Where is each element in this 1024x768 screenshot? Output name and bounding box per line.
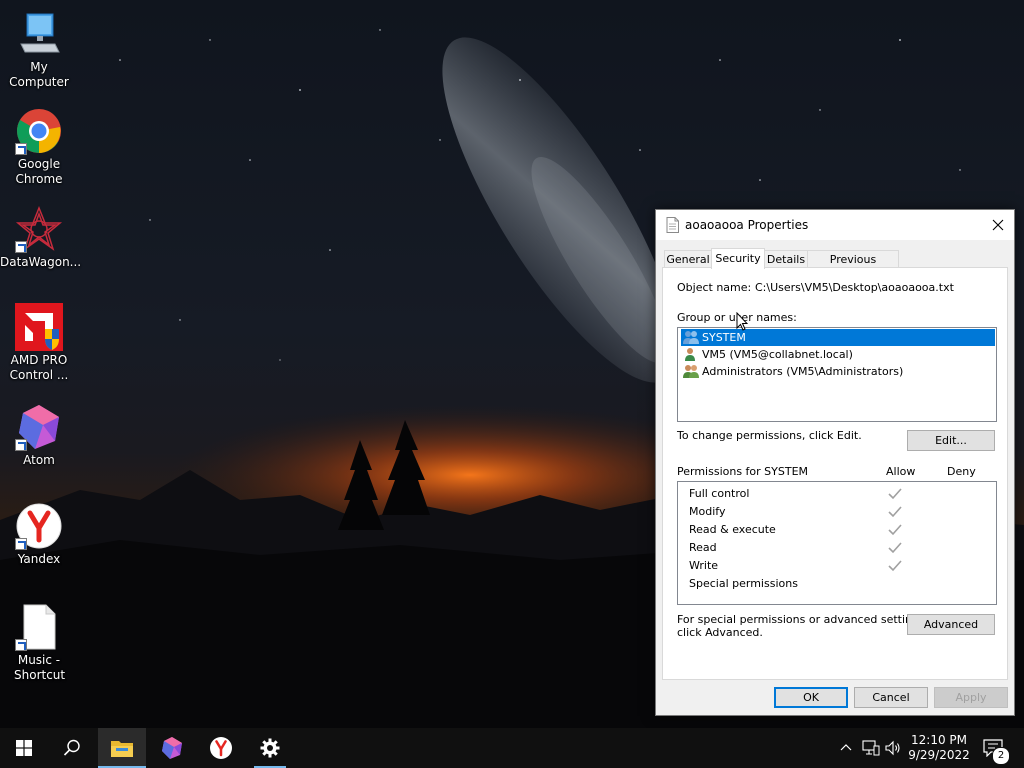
taskbar-atom[interactable] bbox=[148, 728, 196, 768]
close-icon bbox=[992, 219, 1004, 231]
list-item-vm5[interactable]: VM5 (VM5@collabnet.local) bbox=[681, 346, 995, 363]
folder-icon bbox=[111, 741, 133, 757]
permission-row-write: Write bbox=[689, 557, 996, 575]
user-name: Administrators (VM5\Administrators) bbox=[702, 365, 904, 378]
action-center-button[interactable]: 2 bbox=[980, 737, 1010, 765]
desktop-icon-label: Google Chrome bbox=[15, 157, 63, 186]
permission-name: Read bbox=[689, 541, 717, 554]
object-name-label: Object name: bbox=[677, 281, 752, 294]
mouse-cursor-icon bbox=[736, 312, 748, 331]
checkmark-icon bbox=[888, 560, 902, 572]
permission-name: Modify bbox=[689, 505, 726, 518]
volume-icon[interactable] bbox=[885, 740, 901, 756]
yandex-icon bbox=[210, 737, 232, 759]
desktop-icon-yandex[interactable]: Yandex bbox=[0, 502, 78, 567]
permission-row-full-control: Full control bbox=[689, 485, 996, 503]
desktop-icon-label: Yandex bbox=[17, 552, 61, 566]
desktop-icon-label: Atom bbox=[23, 453, 55, 467]
checkmark-icon bbox=[888, 506, 902, 518]
permissions-for-label: Permissions for SYSTEM bbox=[677, 465, 809, 478]
desktop-icon-label: DataWagon... bbox=[0, 255, 82, 269]
clock-time: 12:10 PM bbox=[911, 733, 967, 747]
taskbar-settings[interactable] bbox=[246, 728, 294, 768]
desktop-icon-amd-pro-control[interactable]: AMD PRO Control ... bbox=[0, 303, 78, 383]
ok-button[interactable]: OK bbox=[774, 687, 848, 708]
taskbar: 12:10 PM 9/29/2022 2 bbox=[0, 728, 1024, 768]
shortcut-arrow-icon bbox=[15, 538, 27, 550]
allow-column-header: Allow bbox=[886, 465, 916, 478]
chevron-up-icon[interactable] bbox=[840, 743, 852, 751]
deny-column-header: Deny bbox=[947, 465, 976, 478]
system-clock[interactable]: 12:10 PM 9/29/2022 bbox=[904, 728, 974, 768]
notification-count-badge: 2 bbox=[992, 747, 1010, 765]
search-icon bbox=[63, 739, 80, 756]
tab-security[interactable]: Security bbox=[711, 248, 765, 269]
apply-button[interactable]: Apply bbox=[934, 687, 1008, 708]
permission-name: Full control bbox=[689, 487, 750, 500]
search-button[interactable] bbox=[48, 728, 96, 768]
tab-details[interactable]: Details bbox=[764, 250, 808, 268]
advanced-hint-line1: For special permissions or advanced sett… bbox=[677, 613, 929, 626]
yandex-icon bbox=[15, 502, 63, 550]
advanced-button[interactable]: Advanced bbox=[907, 614, 995, 635]
permission-row-modify: Modify bbox=[689, 503, 996, 521]
user-name: SYSTEM bbox=[702, 331, 746, 344]
permissions-list: Full control Modify Read & execute Read … bbox=[677, 481, 997, 605]
dialog-titlebar[interactable]: aoaoaooa Properties bbox=[656, 210, 1014, 240]
permission-name: Read & execute bbox=[689, 523, 776, 536]
permission-row-read: Read bbox=[689, 539, 996, 557]
tab-previous-versions[interactable]: Previous Versions bbox=[807, 250, 899, 284]
dialog-title: aoaoaooa Properties bbox=[685, 218, 809, 232]
desktop-icon-my-computer[interactable]: My Computer bbox=[0, 10, 78, 90]
text-file-icon bbox=[666, 217, 679, 236]
permission-name: Special permissions bbox=[689, 577, 798, 590]
chrome-icon bbox=[15, 107, 63, 155]
amd-icon bbox=[15, 303, 63, 351]
checkmark-icon bbox=[888, 488, 902, 500]
user-list[interactable]: SYSTEM VM5 (VM5@collabnet.local) Adminis… bbox=[677, 327, 997, 422]
desktop-icon-label: My Computer bbox=[9, 60, 69, 89]
network-icon[interactable] bbox=[862, 740, 880, 756]
properties-dialog: aoaoaooa Properties General Security Det… bbox=[655, 209, 1015, 716]
shortcut-arrow-icon bbox=[15, 143, 27, 155]
advanced-hint-line2: click Advanced. bbox=[677, 626, 763, 639]
clock-date: 9/29/2022 bbox=[908, 748, 970, 762]
shortcut-arrow-icon bbox=[15, 241, 27, 253]
desktop-icon-datawagon[interactable]: DataWagon... bbox=[0, 205, 82, 270]
computer-icon bbox=[15, 10, 63, 58]
permission-row-read-execute: Read & execute bbox=[689, 521, 996, 539]
close-button[interactable] bbox=[982, 210, 1014, 240]
change-permissions-text: To change permissions, click Edit. bbox=[677, 429, 862, 442]
desktop-icon-label: AMD PRO Control ... bbox=[9, 353, 69, 382]
permission-name: Write bbox=[689, 559, 719, 572]
desktop-icon-music-shortcut[interactable]: Music - Shortcut bbox=[0, 603, 78, 683]
windows-logo-icon bbox=[16, 740, 32, 756]
user-name: VM5 (VM5@collabnet.local) bbox=[702, 348, 853, 361]
tab-general[interactable]: General bbox=[664, 250, 712, 268]
checkmark-icon bbox=[888, 542, 902, 554]
file-icon bbox=[15, 603, 63, 651]
gear-icon bbox=[260, 738, 280, 758]
shortcut-arrow-icon bbox=[15, 639, 27, 651]
checkmark-icon bbox=[888, 524, 902, 536]
user-group-icon bbox=[683, 364, 699, 384]
start-button[interactable] bbox=[0, 728, 48, 768]
permission-row-special-permissions: Special permissions bbox=[689, 575, 996, 593]
list-item-system[interactable]: SYSTEM bbox=[681, 329, 995, 346]
shortcut-arrow-icon bbox=[15, 439, 27, 451]
edit-button[interactable]: Edit... bbox=[907, 430, 995, 451]
security-panel: Object name: C:\Users\VM5\Desktop\aoaoao… bbox=[662, 267, 1008, 680]
taskbar-yandex[interactable] bbox=[197, 728, 245, 768]
list-item-administrators[interactable]: Administrators (VM5\Administrators) bbox=[681, 363, 995, 380]
desktop-icon-atom[interactable]: Atom bbox=[0, 403, 78, 468]
desktop-icon-label: Music - Shortcut bbox=[14, 653, 66, 682]
atom-icon bbox=[15, 403, 63, 451]
atom-icon bbox=[162, 737, 182, 759]
datawagon-icon bbox=[15, 205, 63, 253]
desktop-icon-google-chrome[interactable]: Google Chrome bbox=[0, 107, 78, 187]
taskbar-file-explorer[interactable] bbox=[98, 728, 146, 768]
cancel-button[interactable]: Cancel bbox=[854, 687, 928, 708]
object-name-value: C:\Users\VM5\Desktop\aoaoaooa.txt bbox=[755, 281, 954, 294]
